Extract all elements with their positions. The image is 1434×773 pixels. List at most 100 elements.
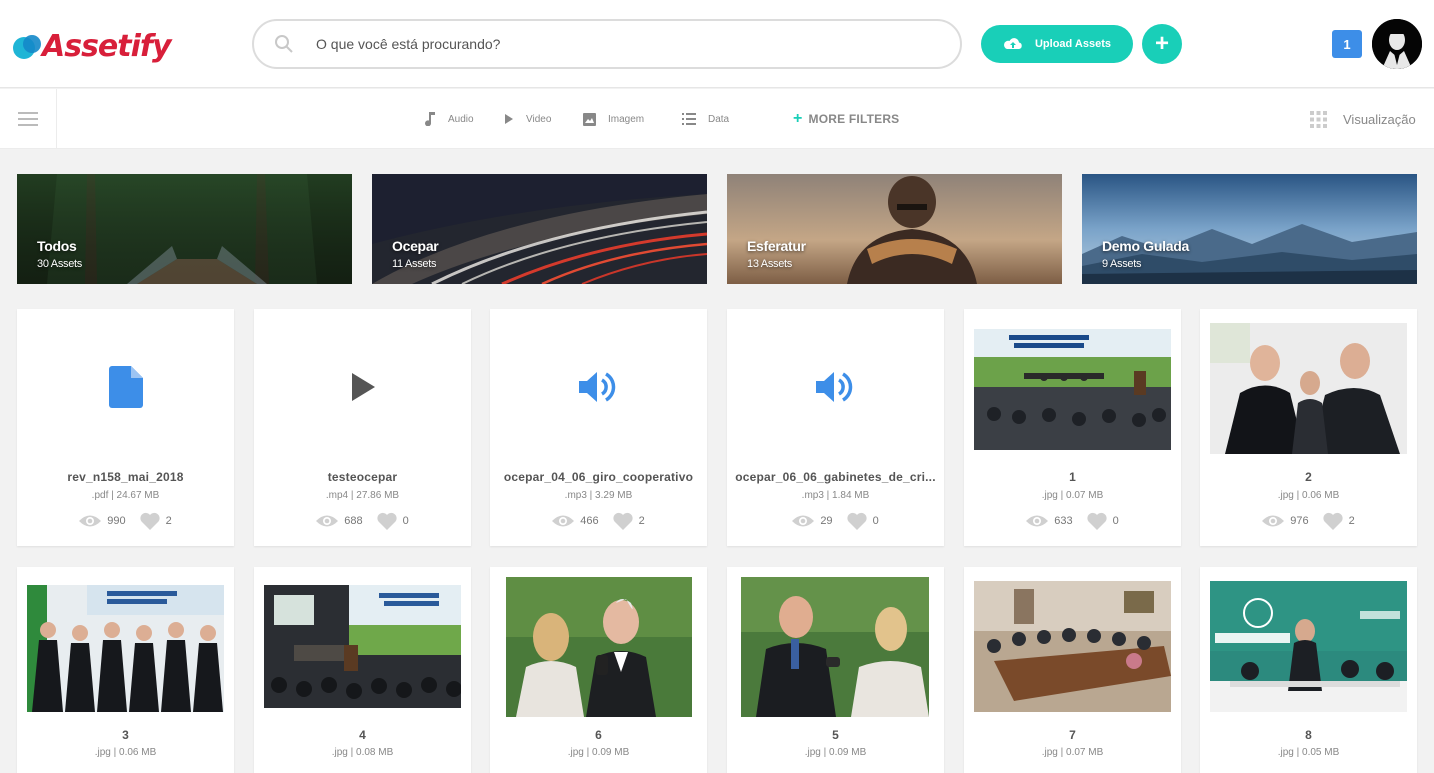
view-count: 29 (820, 515, 833, 527)
asset-name: 6 (595, 728, 602, 742)
asset-thumbnail (741, 577, 929, 717)
like-count: 2 (1348, 515, 1355, 527)
asset-name: 5 (832, 728, 839, 742)
like-count: 2 (638, 515, 645, 527)
cloud-upload-icon (1004, 38, 1022, 49)
view-toggle[interactable]: Visualização (1310, 89, 1416, 149)
app-logo[interactable]: Assetify (12, 26, 172, 66)
play-icon (505, 114, 513, 124)
asset-name: 4 (359, 728, 366, 742)
filter-video-label: Video (526, 113, 552, 125)
heart-icon[interactable] (140, 512, 160, 530)
asset-name: rev_n158_mai_2018 (67, 470, 184, 484)
filter-data[interactable]: Data (682, 89, 729, 149)
asset-meta: .jpg | 0.09 MB (567, 747, 630, 758)
volume-icon (578, 371, 615, 402)
asset-card[interactable]: 5 .jpg | 0.09 MB (727, 567, 944, 773)
collection-ocepar[interactable]: Ocepar 11 Assets (372, 174, 707, 284)
filter-video[interactable]: Video (504, 89, 551, 149)
filter-bar: Audio Video Imagem Data + MORE FILTERS V… (0, 89, 1434, 149)
collection-title: Demo Gulada (1102, 238, 1189, 254)
upload-assets-button[interactable]: Upload Assets (981, 25, 1133, 63)
asset-card[interactable]: 4 .jpg | 0.08 MB (254, 567, 471, 773)
collection-title: Ocepar (392, 238, 439, 254)
more-filters-button[interactable]: + MORE FILTERS (793, 89, 899, 149)
like-count: 0 (872, 515, 879, 527)
asset-name: ocepar_06_06_gabinetes_de_cri... (735, 470, 936, 484)
eye-icon (1026, 515, 1049, 527)
music-note-icon (425, 112, 435, 126)
asset-stats: 29 0 (727, 512, 944, 530)
filter-audio[interactable]: Audio (424, 89, 474, 149)
collection-title: Todos (37, 238, 77, 254)
asset-preview (27, 323, 224, 450)
more-filters-label: MORE FILTERS (808, 112, 900, 126)
add-button[interactable]: + (1142, 24, 1182, 64)
collection-demo-gulada[interactable]: Demo Gulada 9 Assets (1082, 174, 1417, 284)
search-input[interactable] (316, 36, 916, 52)
asset-preview (500, 323, 697, 450)
asset-thumbnail (974, 329, 1171, 450)
add-button-label: + (1154, 30, 1169, 57)
user-avatar[interactable] (1372, 19, 1422, 69)
asset-card[interactable]: testeocepar .mp4 | 27.86 MB 688 0 (254, 309, 471, 546)
eye-icon (79, 515, 102, 527)
asset-card[interactable]: ocepar_06_06_gabinetes_de_cri... .mp3 | … (727, 309, 944, 546)
asset-name: 7 (1069, 728, 1076, 742)
heart-icon[interactable] (377, 512, 397, 530)
filter-image[interactable]: Imagem (583, 89, 644, 149)
like-count: 2 (165, 515, 172, 527)
asset-thumbnail (264, 585, 461, 708)
asset-thumbnail (1210, 581, 1407, 712)
asset-meta: .jpg | 0.06 MB (1277, 490, 1340, 501)
view-count: 688 (344, 515, 363, 527)
asset-card[interactable]: 6 .jpg | 0.09 MB (490, 567, 707, 773)
asset-card[interactable]: 7 .jpg | 0.07 MB (964, 567, 1181, 773)
view-count: 633 (1054, 515, 1073, 527)
notification-count: 1 (1343, 36, 1351, 52)
collection-title: Esferatur (747, 238, 806, 254)
asset-name: 3 (122, 728, 129, 742)
view-count: 466 (580, 515, 599, 527)
asset-thumbnail (506, 577, 692, 717)
asset-stats: 688 0 (254, 512, 471, 530)
heart-icon[interactable] (846, 512, 867, 530)
search-bar[interactable] (252, 19, 962, 69)
collection-todos[interactable]: Todos 30 Assets (17, 174, 352, 284)
logo-mark-icon (12, 28, 48, 64)
asset-name: 2 (1305, 470, 1312, 484)
asset-meta: .mp3 | 3.29 MB (564, 490, 633, 501)
asset-meta: .jpg | 0.07 MB (1041, 490, 1104, 501)
logo-text: Assetify (42, 28, 172, 64)
asset-name: 1 (1069, 470, 1076, 484)
avatar-figure-icon (1372, 19, 1422, 69)
asset-card[interactable]: rev_n158_mai_2018 .pdf | 24.67 MB 990 2 (17, 309, 234, 546)
filter-audio-label: Audio (448, 113, 474, 125)
heart-icon[interactable] (1323, 512, 1343, 530)
eye-icon (552, 515, 575, 527)
collection-esferatur[interactable]: Esferatur 13 Assets (727, 174, 1062, 284)
volume-icon (815, 371, 852, 402)
asset-thumbnail (27, 585, 224, 712)
heart-icon[interactable] (1087, 512, 1107, 530)
document-icon (108, 365, 143, 408)
asset-meta: .pdf | 24.67 MB (91, 490, 160, 501)
collection-count: 9 Assets (1102, 258, 1142, 270)
asset-card[interactable]: 3 .jpg | 0.06 MB (17, 567, 234, 773)
asset-meta: .jpg | 0.09 MB (804, 747, 867, 758)
menu-button[interactable] (0, 89, 57, 149)
notification-badge[interactable]: 1 (1332, 30, 1362, 58)
asset-preview (737, 323, 934, 450)
asset-stats: 976 2 (1200, 512, 1417, 530)
filter-image-label: Imagem (608, 113, 645, 125)
asset-card[interactable]: 2 .jpg | 0.06 MB 976 2 (1200, 309, 1417, 546)
asset-card[interactable]: 8 .jpg | 0.05 MB (1200, 567, 1417, 773)
view-count: 990 (107, 515, 126, 527)
heart-icon[interactable] (613, 512, 633, 530)
plus-icon: + (793, 110, 803, 127)
asset-meta: .mp3 | 1.84 MB (801, 490, 870, 501)
upload-assets-label: Upload Assets (1034, 38, 1111, 50)
asset-card[interactable]: 1 .jpg | 0.07 MB 633 0 (964, 309, 1181, 546)
eye-icon (792, 515, 815, 527)
asset-card[interactable]: ocepar_04_06_giro_cooperativo .mp3 | 3.2… (490, 309, 707, 546)
